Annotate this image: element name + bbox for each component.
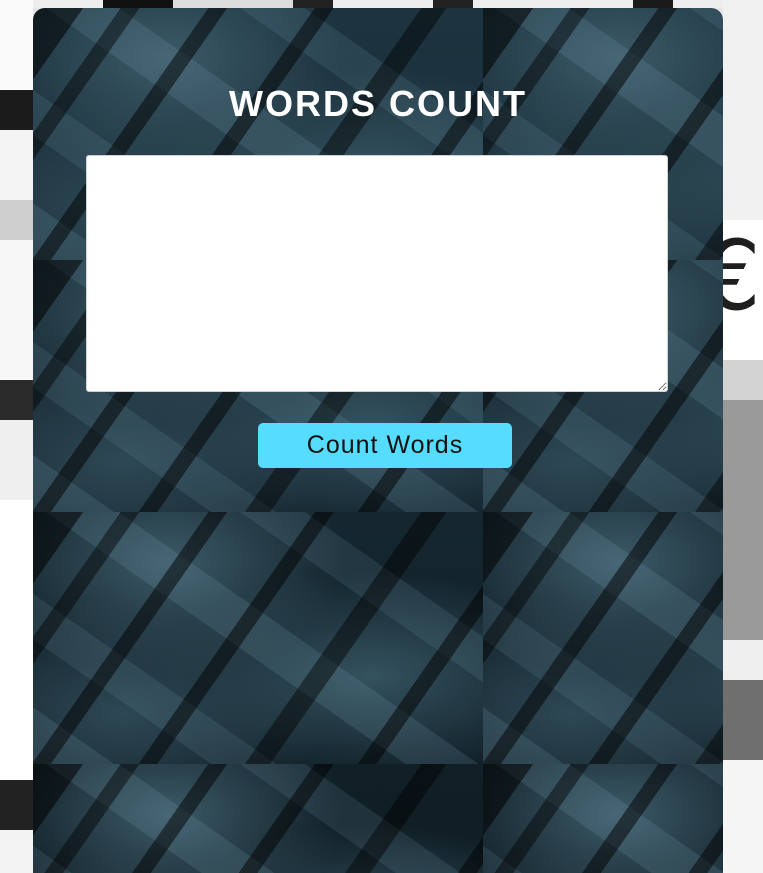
background-collage-top	[33, 0, 723, 8]
background-collage-right	[723, 0, 763, 873]
text-input-area[interactable]	[86, 155, 668, 392]
background-collage-left	[0, 0, 33, 873]
word-counter-card: WORDS COUNT Count Words	[33, 8, 723, 873]
page-title: WORDS COUNT	[229, 83, 527, 124]
count-words-button[interactable]: Count Words	[258, 423, 512, 468]
